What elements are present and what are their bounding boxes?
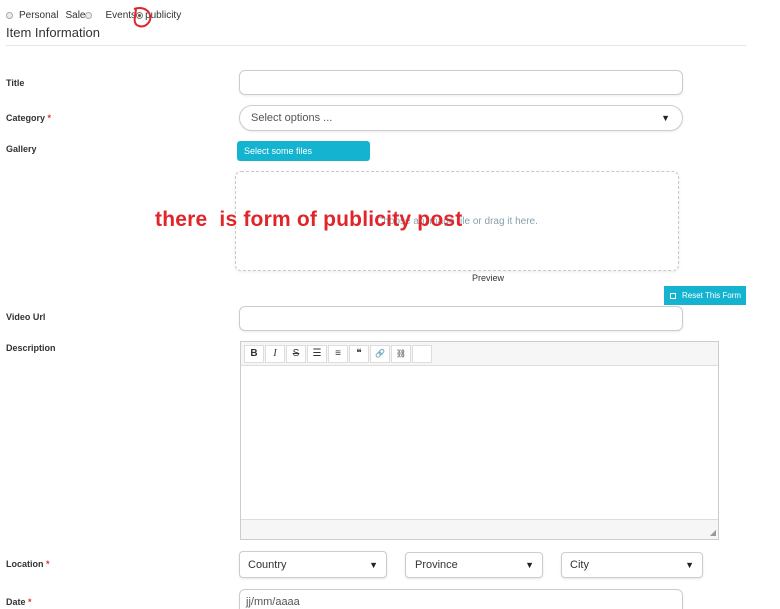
- radio-sale-label: Sale: [65, 10, 86, 21]
- city-select[interactable]: City ▼: [561, 552, 703, 578]
- preview-label: Preview: [472, 273, 505, 283]
- date-input[interactable]: jj/mm/aaaa: [239, 589, 683, 609]
- radio-personal-dot[interactable]: [6, 12, 13, 19]
- post-type-radio-group: Personal Sale Events publicity: [6, 10, 181, 21]
- link-icon[interactable]: 🔗: [370, 344, 390, 363]
- hand-drawn-circle-mark: [133, 7, 152, 28]
- select-files-button[interactable]: Select some files: [237, 141, 370, 161]
- radio-personal-label: Personal: [19, 10, 59, 21]
- country-value: Country: [248, 558, 287, 571]
- editor-body[interactable]: [241, 366, 718, 519]
- chevron-down-icon: ▼: [661, 113, 670, 123]
- date-label: Date *: [6, 597, 32, 607]
- reset-form-button[interactable]: Reset This Form: [664, 286, 746, 305]
- bullet-list-icon[interactable]: ☰: [307, 344, 327, 363]
- radio-sale-dot[interactable]: [85, 12, 93, 19]
- title-label: Title: [6, 78, 25, 88]
- reset-square-icon: [670, 292, 676, 299]
- description-label: Description: [6, 343, 56, 353]
- country-select[interactable]: Country ▼: [239, 551, 387, 578]
- category-select[interactable]: Select options ... ▼: [239, 105, 683, 131]
- video-url-label: Video Url: [6, 312, 46, 322]
- radio-personal[interactable]: Personal: [6, 10, 58, 21]
- chevron-down-icon: ▼: [369, 559, 378, 570]
- blank-toolbar-button[interactable]: [412, 344, 432, 363]
- title-input[interactable]: [239, 70, 683, 95]
- category-placeholder: Select options ...: [251, 112, 333, 124]
- province-select[interactable]: Province ▼: [405, 552, 543, 578]
- category-label: Category *: [6, 113, 52, 123]
- bold-icon[interactable]: B: [244, 344, 264, 363]
- annotation-text: there is form of publicity post: [155, 208, 463, 231]
- italic-icon[interactable]: I: [265, 344, 285, 363]
- chevron-down-icon: ▼: [685, 560, 694, 570]
- strikethrough-icon[interactable]: S: [286, 344, 306, 363]
- chevron-down-icon: ▼: [525, 560, 534, 570]
- editor-toolbar: B I S ☰ ≡ ❝ 🔗 ⛓: [241, 342, 718, 366]
- unlink-icon[interactable]: ⛓: [391, 344, 411, 363]
- editor-statusbar: ◢: [241, 519, 718, 539]
- video-url-input[interactable]: [239, 306, 683, 331]
- section-divider: [6, 45, 746, 46]
- description-editor[interactable]: B I S ☰ ≡ ❝ 🔗 ⛓ ◢: [240, 341, 719, 540]
- location-label: Location *: [6, 559, 50, 569]
- section-title: Item Information: [6, 25, 100, 40]
- radio-sale[interactable]: Sale: [65, 10, 93, 21]
- blockquote-icon[interactable]: ❝: [349, 344, 369, 363]
- province-value: Province: [415, 559, 458, 571]
- city-value: City: [570, 559, 589, 571]
- reset-form-label: Reset This Form: [682, 291, 741, 300]
- numbered-list-icon[interactable]: ≡: [328, 344, 348, 363]
- date-placeholder: jj/mm/aaaa: [246, 596, 300, 608]
- resize-handle-icon[interactable]: ◢: [710, 528, 716, 537]
- gallery-label: Gallery: [6, 144, 37, 154]
